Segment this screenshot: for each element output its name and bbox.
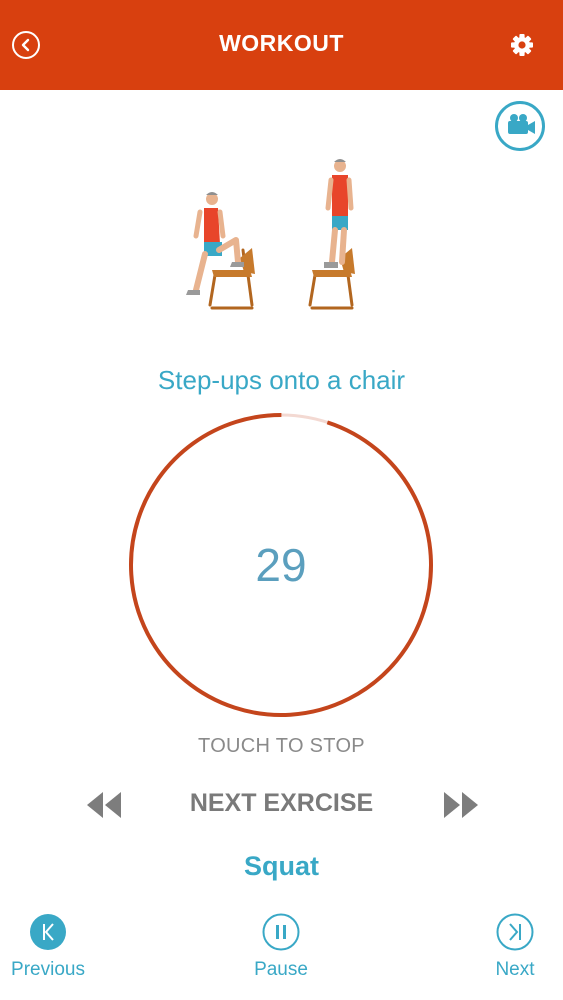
gear-icon bbox=[511, 34, 533, 56]
pause-icon bbox=[262, 913, 300, 951]
next-button[interactable]: Next bbox=[460, 912, 563, 981]
touch-to-stop-hint: TOUCH TO STOP bbox=[198, 735, 365, 757]
exercise-name: Step-ups onto a chair bbox=[157, 365, 406, 395]
skip-previous-icon bbox=[30, 914, 66, 950]
skip-next-icon bbox=[496, 913, 534, 951]
pause-button[interactable]: Pause bbox=[226, 912, 336, 981]
previous-label: Previous bbox=[11, 959, 85, 980]
video-camera-icon bbox=[508, 114, 535, 134]
fast-forward-icon[interactable] bbox=[442, 790, 480, 820]
exercise-illustration bbox=[186, 159, 355, 310]
video-button[interactable] bbox=[495, 101, 545, 151]
next-exercise-name: Squat bbox=[243, 851, 319, 881]
timer-ring[interactable] bbox=[128, 412, 434, 718]
timer-progress-arc bbox=[129, 413, 433, 717]
next-exercise-row: NEXT EXRCISE bbox=[0, 785, 563, 825]
app-header: WORKOUT bbox=[0, 0, 563, 90]
page-title: WORKOUT bbox=[219, 30, 344, 56]
previous-button[interactable]: Previous bbox=[0, 912, 103, 981]
next-label: Next bbox=[495, 959, 535, 980]
settings-button[interactable] bbox=[509, 32, 535, 58]
pause-label: Pause bbox=[254, 959, 308, 980]
bottom-nav: Previous Pause Next bbox=[0, 912, 563, 1000]
